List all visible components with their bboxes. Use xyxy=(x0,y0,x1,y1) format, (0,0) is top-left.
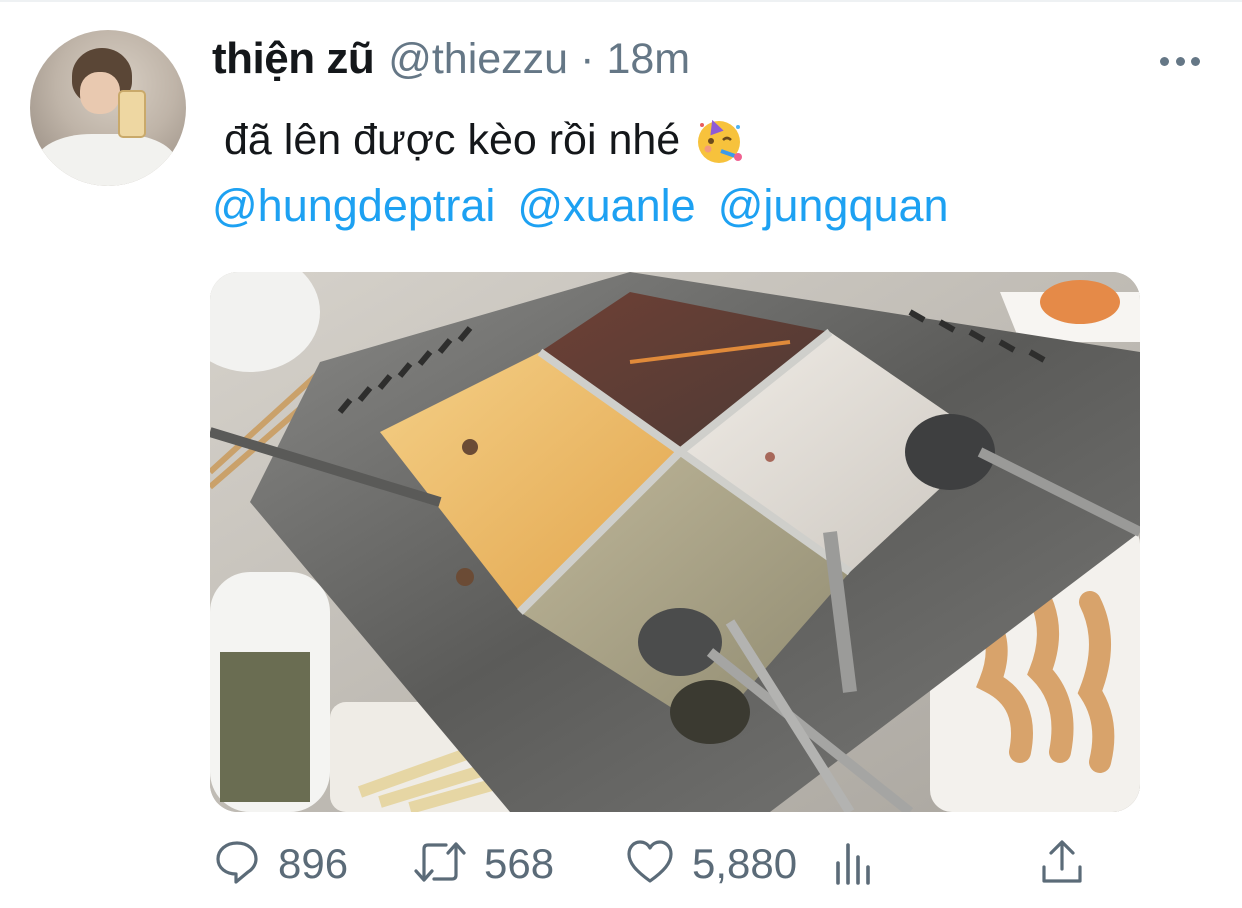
analytics-icon xyxy=(834,839,878,890)
mention-link[interactable]: @jungquan xyxy=(718,180,949,232)
heart-icon xyxy=(626,839,674,890)
like-button[interactable]: 5,880 xyxy=(626,836,797,892)
separator-dot: · xyxy=(580,35,595,83)
tweet-time[interactable]: 18m xyxy=(606,35,690,84)
avatar[interactable] xyxy=(30,30,186,186)
mention-link[interactable]: @xuanle xyxy=(517,180,695,232)
share-icon xyxy=(1040,839,1084,890)
mention-link[interactable]: @hungdeptrai xyxy=(212,180,495,232)
user-handle[interactable]: @thiezzu xyxy=(388,35,568,84)
tweet-text: đã lên được kèo rồi nhé xyxy=(224,115,681,164)
partying-face-emoji-icon xyxy=(694,115,744,165)
analytics-button[interactable] xyxy=(834,836,878,892)
retweet-count: 568 xyxy=(484,840,555,887)
display-name[interactable]: thiện zũ xyxy=(212,34,375,84)
reply-count: 896 xyxy=(278,840,349,887)
tweet-photo[interactable] xyxy=(210,272,1140,812)
retweet-button[interactable]: 568 xyxy=(414,836,554,892)
more-horizontal-icon[interactable] xyxy=(1160,52,1200,70)
mentions-line: @hungdeptrai @xuanle @jungquan xyxy=(212,178,971,234)
reply-button[interactable]: 896 xyxy=(214,836,348,892)
avatar-shirt xyxy=(36,134,176,186)
like-count: 5,880 xyxy=(692,840,798,887)
top-divider xyxy=(0,0,1242,2)
share-button[interactable] xyxy=(1040,836,1084,892)
avatar-face xyxy=(80,72,120,114)
retweet-icon xyxy=(414,839,466,890)
tweet-text-line: đã lên được kèo rồi nhé xyxy=(224,110,744,170)
reply-icon xyxy=(214,839,260,890)
tweet-header: thiện zũ @thiezzu · 18m xyxy=(212,34,690,90)
avatar-phone xyxy=(118,90,146,138)
tweet-actions: 896 568 5,880 xyxy=(0,836,1242,892)
